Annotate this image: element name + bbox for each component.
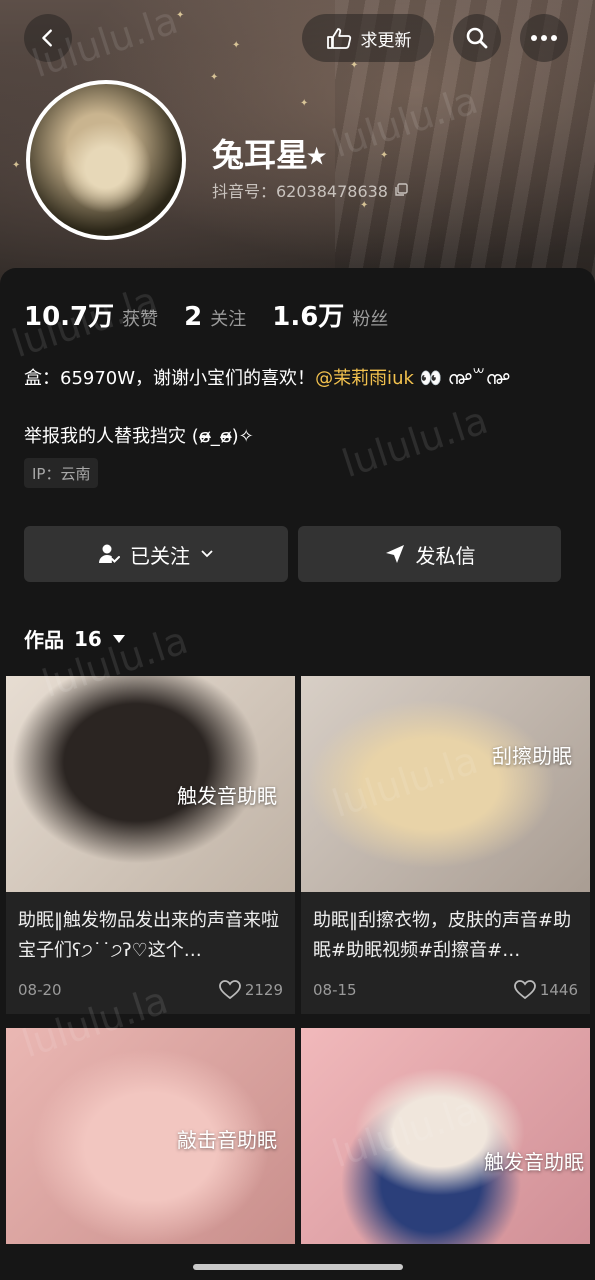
works-count: 16: [74, 626, 102, 651]
douyin-id-text: 抖音号：62038478638: [212, 182, 388, 201]
video-card[interactable]: 敲击音助眠: [6, 1028, 295, 1244]
search-icon: [466, 27, 488, 49]
profile-stats: 10.7万 获赞 2 关注 1.6万 粉丝: [24, 296, 414, 333]
back-button[interactable]: [24, 14, 72, 62]
heart-icon: [218, 980, 241, 1000]
chevron-left-icon: [42, 29, 52, 47]
bio-text: 盒：65970W，谢谢小宝们的喜欢！: [24, 368, 316, 389]
video-title: 助眠‖刮擦衣物，皮肤的声音#助眠#助眠视频#刮擦音#…: [313, 910, 572, 961]
copy-icon[interactable]: [394, 183, 408, 197]
send-message-button[interactable]: 发私信: [298, 526, 561, 582]
works-tab[interactable]: 作品 16: [24, 624, 126, 653]
video-thumbnail[interactable]: 刮擦助眠: [301, 676, 590, 892]
video-overlay-text: 触发音助眠: [177, 784, 277, 808]
video-like-count: 2129: [244, 981, 283, 999]
nickname: 兔耳星⭑: [212, 136, 326, 174]
send-message-label: 发私信: [415, 543, 476, 568]
more-button[interactable]: [520, 14, 568, 62]
send-icon: [385, 545, 404, 563]
followers-count[interactable]: 1.6万: [272, 296, 344, 333]
ip-location-tag: IP：云南: [24, 458, 99, 488]
bio-mention-link[interactable]: @茉莉雨iuk: [315, 368, 414, 389]
user-check-icon: [99, 544, 120, 563]
following-count[interactable]: 2: [184, 302, 202, 332]
video-date: 08-20: [18, 981, 62, 999]
heart-icon: [513, 980, 536, 1000]
chevron-down-icon: [201, 550, 213, 558]
request-update-label: 求更新: [360, 30, 412, 51]
video-likes: 2129: [218, 980, 283, 1000]
douyin-id[interactable]: 抖音号：62038478638: [212, 178, 408, 202]
video-date: 08-15: [313, 981, 357, 999]
video-title: 助眠‖触发物品发出来的声音来啦宝子们ʕ੭˙˙੭ʔ♡这个…: [18, 910, 279, 961]
bio-line-2: 举报我的人替我挡灾 (ɞ̴̶̷_ɞ̴̶̷)✧: [24, 426, 254, 447]
likes-label: 获赞: [122, 309, 159, 330]
avatar[interactable]: [26, 80, 186, 240]
more-dots-icon: [531, 35, 557, 41]
bio-emoji: 👀 ൲꒳൲: [419, 368, 510, 389]
video-card[interactable]: 触发音助眠 助眠‖触发物品发出来的声音来啦宝子们ʕ੭˙˙੭ʔ♡这个… 08-20…: [6, 676, 295, 1014]
profile-page: ✦ ✦ ✦ ✦ ✦ ✦ ✦ ✦ 求更新 兔耳星⭑ 抖音号：62038478638…: [0, 0, 595, 1280]
video-card[interactable]: 触发音助眠: [301, 1028, 590, 1244]
followed-label: 已关注: [130, 543, 190, 568]
works-label: 作品: [24, 628, 64, 652]
video-info: 助眠‖触发物品发出来的声音来啦宝子们ʕ੭˙˙੭ʔ♡这个… 08-20 2129: [6, 892, 295, 1014]
request-update-button[interactable]: 求更新: [302, 14, 434, 62]
likes-count[interactable]: 10.7万: [24, 296, 114, 333]
home-indicator[interactable]: [193, 1264, 403, 1270]
video-thumbnail[interactable]: 触发音助眠: [6, 676, 295, 892]
bio-line-1: 盒：65970W，谢谢小宝们的喜欢！@茉莉雨iuk 👀 ൲꒳൲: [24, 364, 509, 390]
video-overlay-text: 敲击音助眠: [177, 1128, 277, 1152]
video-card[interactable]: 刮擦助眠 助眠‖刮擦衣物，皮肤的声音#助眠#助眠视频#刮擦音#… 08-15 1…: [301, 676, 590, 1014]
video-likes: 1446: [513, 980, 578, 1000]
caret-down-icon: [112, 634, 125, 643]
search-button[interactable]: [453, 14, 501, 62]
video-thumbnail[interactable]: 触发音助眠: [301, 1028, 590, 1244]
video-overlay-text: 触发音助眠: [484, 1150, 584, 1174]
followed-button[interactable]: 已关注: [24, 526, 288, 582]
followers-label: 粉丝: [352, 309, 389, 330]
following-label: 关注: [210, 309, 247, 330]
video-like-count: 1446: [539, 981, 578, 999]
video-info: 助眠‖刮擦衣物，皮肤的声音#助眠#助眠视频#刮擦音#… 08-15 1446: [301, 892, 590, 1014]
video-thumbnail[interactable]: 敲击音助眠: [6, 1028, 295, 1244]
hand-pointer-icon: [326, 28, 351, 49]
video-overlay-text: 刮擦助眠: [492, 744, 572, 768]
